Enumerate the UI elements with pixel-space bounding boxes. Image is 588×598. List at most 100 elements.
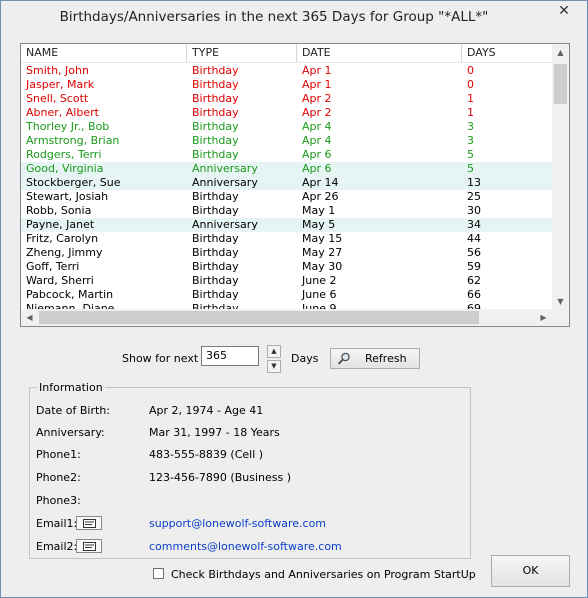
cell-name: Snell, Scott bbox=[26, 92, 89, 105]
cell-name: Fritz, Carolyn bbox=[26, 232, 99, 245]
cell-name: Pabcock, Martin bbox=[26, 288, 114, 301]
cell-date: June 2 bbox=[302, 274, 337, 287]
cell-name: Ward, Sherri bbox=[26, 274, 94, 287]
list-row[interactable]: Payne, Janet Anniversary May 5 34 bbox=[21, 218, 552, 232]
cell-type: Birthday bbox=[192, 274, 239, 287]
cell-date: May 15 bbox=[302, 232, 343, 245]
cell-days: 3 bbox=[467, 120, 474, 133]
cell-days: 1 bbox=[467, 106, 474, 119]
email2-send-button[interactable] bbox=[76, 539, 102, 553]
cell-name: Zheng, Jimmy bbox=[26, 246, 103, 259]
cell-name: Stockberger, Sue bbox=[26, 176, 121, 189]
cell-type: Birthday bbox=[192, 120, 239, 133]
cell-date: Apr 2 bbox=[302, 106, 332, 119]
scroll-down-icon[interactable]: ▼ bbox=[552, 293, 569, 310]
cell-type: Birthday bbox=[192, 64, 239, 77]
column-header-name[interactable]: NAME bbox=[21, 44, 187, 62]
list-row[interactable]: Armstrong, Brian Birthday Apr 4 3 bbox=[21, 134, 552, 148]
list-row[interactable]: Stockberger, Sue Anniversary Apr 14 13 bbox=[21, 176, 552, 190]
cell-name: Abner, Albert bbox=[26, 106, 99, 119]
list-row[interactable]: Rodgers, Terri Birthday Apr 6 5 bbox=[21, 148, 552, 162]
startup-checkbox-label[interactable]: Check Birthdays and Anniversaries on Pro… bbox=[171, 568, 476, 581]
list-row[interactable]: Jasper, Mark Birthday Apr 1 0 bbox=[21, 78, 552, 92]
list-row[interactable]: Stewart, Josiah Birthday Apr 26 25 bbox=[21, 190, 552, 204]
scroll-up-icon[interactable]: ▲ bbox=[552, 44, 569, 61]
email1-label: Email1: bbox=[36, 517, 78, 530]
horizontal-scroll-thumb[interactable] bbox=[39, 311, 479, 324]
refresh-button[interactable]: Refresh bbox=[330, 348, 420, 369]
cell-type: Anniversary bbox=[192, 162, 258, 175]
cell-name: Armstrong, Brian bbox=[26, 134, 120, 147]
cell-date: Apr 4 bbox=[302, 134, 332, 147]
cell-days: 0 bbox=[467, 78, 474, 91]
cell-days: 34 bbox=[467, 218, 481, 231]
cell-name: Goff, Terri bbox=[26, 260, 80, 273]
title-bar: Birthdays/Anniversaries in the next 365 … bbox=[1, 1, 587, 33]
anniversary-value: Mar 31, 1997 - 18 Years bbox=[149, 426, 280, 439]
cell-date: May 5 bbox=[302, 218, 336, 231]
cell-type: Birthday bbox=[192, 148, 239, 161]
anniversary-label: Anniversary: bbox=[36, 426, 105, 439]
email1-link[interactable]: support@lonewolf-software.com bbox=[149, 517, 326, 530]
cell-date: Apr 26 bbox=[302, 190, 339, 203]
cell-date: Apr 6 bbox=[302, 148, 332, 161]
list-row[interactable]: Abner, Albert Birthday Apr 2 1 bbox=[21, 106, 552, 120]
vertical-scrollbar[interactable]: ▲ ▼ bbox=[552, 44, 569, 310]
list-row[interactable]: Smith, John Birthday Apr 1 0 bbox=[21, 64, 552, 78]
cell-days: 30 bbox=[467, 204, 481, 217]
cell-type: Birthday bbox=[192, 92, 239, 105]
startup-checkbox[interactable] bbox=[153, 568, 164, 579]
cell-date: Apr 6 bbox=[302, 162, 332, 175]
cell-days: 0 bbox=[467, 64, 474, 77]
vertical-scroll-thumb[interactable] bbox=[554, 64, 567, 104]
magnifier-icon bbox=[337, 352, 350, 365]
spin-up-icon[interactable]: ▲ bbox=[267, 345, 281, 358]
days-input[interactable]: 365 bbox=[201, 346, 259, 366]
cell-type: Birthday bbox=[192, 78, 239, 91]
list-header: NAME TYPE DATE DAYS bbox=[21, 44, 552, 63]
phone1-label: Phone1: bbox=[36, 448, 81, 461]
cell-date: June 6 bbox=[302, 288, 337, 301]
column-header-date[interactable]: DATE bbox=[297, 44, 462, 62]
list-row[interactable]: Thorley Jr., Bob Birthday Apr 4 3 bbox=[21, 120, 552, 134]
list-row[interactable]: Pabcock, Martin Birthday June 6 66 bbox=[21, 288, 552, 302]
column-header-days[interactable]: DAYS bbox=[462, 44, 552, 62]
spin-down-icon[interactable]: ▼ bbox=[267, 360, 281, 373]
cell-date: Apr 2 bbox=[302, 92, 332, 105]
cell-name: Rodgers, Terri bbox=[26, 148, 102, 161]
email2-link[interactable]: comments@lonewolf-software.com bbox=[149, 540, 342, 553]
close-icon[interactable]: ✕ bbox=[547, 1, 581, 21]
cell-type: Birthday bbox=[192, 288, 239, 301]
birthday-list[interactable]: NAME TYPE DATE DAYS Smith, John Birthday A… bbox=[20, 43, 570, 327]
cell-days: 1 bbox=[467, 92, 474, 105]
cell-name: Stewart, Josiah bbox=[26, 190, 109, 203]
list-row[interactable]: Ward, Sherri Birthday June 2 62 bbox=[21, 274, 552, 288]
horizontal-scrollbar[interactable]: ◀ ▶ bbox=[21, 309, 552, 326]
column-header-type[interactable]: TYPE bbox=[187, 44, 297, 62]
scroll-left-icon[interactable]: ◀ bbox=[21, 309, 38, 326]
cell-date: Apr 4 bbox=[302, 120, 332, 133]
ok-button[interactable]: OK bbox=[491, 555, 570, 587]
cell-type: Birthday bbox=[192, 246, 239, 259]
list-row[interactable]: Snell, Scott Birthday Apr 2 1 bbox=[21, 92, 552, 106]
cell-name: Good, Virginia bbox=[26, 162, 104, 175]
email1-send-button[interactable] bbox=[76, 516, 102, 530]
cell-type: Birthday bbox=[192, 134, 239, 147]
list-row[interactable]: Zheng, Jimmy Birthday May 27 56 bbox=[21, 246, 552, 260]
list-row[interactable]: Goff, Terri Birthday May 30 59 bbox=[21, 260, 552, 274]
cell-type: Anniversary bbox=[192, 176, 258, 189]
list-row[interactable]: Fritz, Carolyn Birthday May 15 44 bbox=[21, 232, 552, 246]
list-row[interactable]: Good, Virginia Anniversary Apr 6 5 bbox=[21, 162, 552, 176]
cell-type: Birthday bbox=[192, 260, 239, 273]
cell-name: Smith, John bbox=[26, 64, 89, 77]
cell-type: Anniversary bbox=[192, 218, 258, 231]
phone2-label: Phone2: bbox=[36, 471, 81, 484]
cell-days: 59 bbox=[467, 260, 481, 273]
cell-name: Payne, Janet bbox=[26, 218, 95, 231]
cell-days: 56 bbox=[467, 246, 481, 259]
list-row[interactable]: Robb, Sonia Birthday May 1 30 bbox=[21, 204, 552, 218]
dob-label: Date of Birth: bbox=[36, 404, 111, 417]
window-title: Birthdays/Anniversaries in the next 365 … bbox=[59, 9, 489, 25]
cell-date: May 27 bbox=[302, 246, 343, 259]
scroll-right-icon[interactable]: ▶ bbox=[535, 309, 552, 326]
